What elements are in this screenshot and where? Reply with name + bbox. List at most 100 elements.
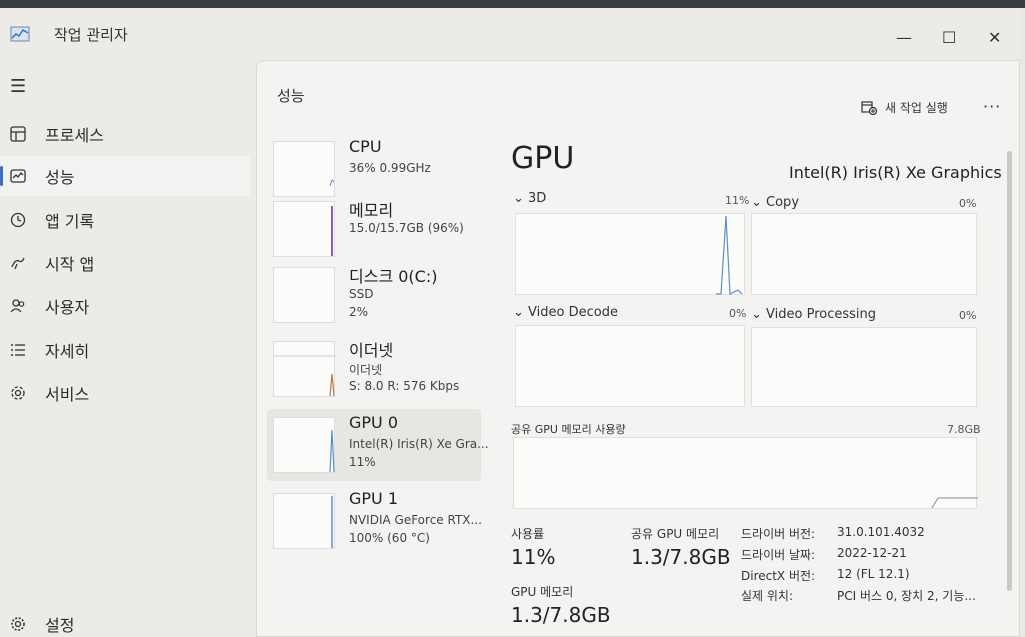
engine-percent: 11% bbox=[725, 194, 750, 207]
engine-percent: 0% bbox=[959, 309, 977, 322]
engine-label: Copy bbox=[766, 195, 800, 210]
more-options-button[interactable]: ··· bbox=[983, 97, 1001, 116]
sidebar-item-processes[interactable]: 프로세스 bbox=[0, 114, 250, 154]
sidebar-item-settings[interactable]: 설정 bbox=[0, 604, 250, 637]
engine-graph-3d bbox=[515, 213, 745, 295]
memory-thumbnail-graph bbox=[273, 201, 335, 257]
title-bar: 작업 관리자 — ☐ ✕ bbox=[0, 8, 1020, 64]
engine-selector-3d[interactable]: ⌄ 3D bbox=[513, 191, 546, 206]
gpu0-thumbnail-graph bbox=[273, 417, 335, 473]
sidebar-item-startup-apps[interactable]: 시작 앱 bbox=[0, 243, 250, 283]
sidebar-item-label: 설정 bbox=[45, 616, 75, 635]
sidebar-item-details[interactable]: 자세히 bbox=[0, 330, 250, 370]
engine-label: 3D bbox=[528, 191, 547, 206]
disk-thumbnail-graph bbox=[273, 267, 335, 323]
ethernet-thumbnail-graph bbox=[273, 341, 336, 397]
scrollbar[interactable] bbox=[1007, 151, 1012, 591]
device-detail: 36% 0.99GHz bbox=[349, 161, 431, 175]
sidebar-item-label: 자세히 bbox=[45, 342, 90, 361]
maximize-button[interactable]: ☐ bbox=[942, 28, 956, 47]
page-title: 성능 bbox=[277, 87, 305, 105]
device-usage: 2% bbox=[349, 305, 369, 319]
device-detail: Intel(R) Iris(R) Xe Gra... bbox=[349, 437, 489, 451]
run-new-task-label: 새 작업 실행 bbox=[885, 101, 948, 115]
close-button[interactable]: ✕ bbox=[988, 28, 1001, 47]
task-manager-window: 작업 관리자 — ☐ ✕ ☰ 프로세스 성능 앱 기록 시작 앱 사용자 자세히… bbox=[0, 8, 1020, 637]
app-history-icon bbox=[8, 210, 28, 230]
task-manager-app-icon bbox=[10, 26, 30, 42]
driver-version-key: 드라이버 버전: bbox=[741, 527, 816, 541]
driver-date-key: 드라이버 날짜: bbox=[741, 548, 816, 562]
shared-gpu-memory-label: 공유 GPU 메모리 bbox=[631, 527, 720, 541]
engine-graph-copy bbox=[751, 213, 977, 295]
device-item-gpu-0[interactable]: GPU 0 Intel(R) Iris(R) Xe Gra... 11% bbox=[267, 409, 489, 481]
shared-memory-graph-label: 공유 GPU 메모리 사용량 bbox=[511, 423, 626, 436]
sidebar: ☰ 프로세스 성능 앱 기록 시작 앱 사용자 자세히 서비스 설정 bbox=[0, 64, 255, 637]
gpu-model-name: Intel(R) Iris(R) Xe Graphics bbox=[789, 163, 1002, 182]
device-name: GPU 1 bbox=[349, 489, 399, 508]
device-usage: 11% bbox=[349, 455, 376, 469]
physical-location-key: 실제 위치: bbox=[741, 589, 794, 603]
sidebar-item-label: 서비스 bbox=[45, 385, 90, 404]
startup-apps-icon bbox=[8, 253, 28, 273]
engine-graph-video-decode bbox=[515, 325, 745, 407]
shared-memory-graph-max: 7.8GB bbox=[947, 423, 981, 436]
utilization-label: 사용률 bbox=[511, 527, 545, 541]
sidebar-item-app-history[interactable]: 앱 기록 bbox=[0, 200, 250, 240]
physical-location-value: PCI 버스 0, 장치 2, 기능... bbox=[837, 589, 976, 603]
sidebar-item-label: 프로세스 bbox=[45, 126, 104, 145]
gpu1-thumbnail-graph bbox=[273, 493, 335, 549]
utilization-value: 11% bbox=[511, 545, 556, 569]
services-icon bbox=[8, 383, 28, 403]
gpu-title: GPU bbox=[511, 141, 575, 176]
sidebar-item-label: 앱 기록 bbox=[45, 212, 95, 231]
device-name: GPU 0 bbox=[349, 413, 399, 432]
window-title: 작업 관리자 bbox=[54, 26, 128, 44]
device-name: 디스크 0(C:) bbox=[349, 267, 438, 286]
users-icon bbox=[8, 296, 28, 316]
device-usage: 100% (60 °C) bbox=[349, 531, 430, 545]
shared-gpu-memory-value: 1.3/7.8GB bbox=[631, 545, 731, 569]
engine-percent: 0% bbox=[959, 197, 977, 210]
engine-selector-video-decode[interactable]: ⌄ Video Decode bbox=[513, 305, 618, 320]
driver-version-value: 31.0.101.4032 bbox=[837, 525, 925, 539]
processes-icon bbox=[8, 124, 28, 144]
menu-icon[interactable]: ☰ bbox=[10, 76, 26, 97]
engine-selector-copy[interactable]: ⌄ Copy bbox=[751, 195, 799, 210]
device-detail: 이더넷 bbox=[349, 363, 383, 377]
top-strip bbox=[0, 0, 1025, 8]
sidebar-item-users[interactable]: 사용자 bbox=[0, 286, 250, 326]
run-task-icon bbox=[861, 100, 877, 115]
device-item-gpu-1[interactable]: GPU 1 NVIDIA GeForce RTX... 100% (60 °C) bbox=[267, 485, 482, 557]
details-icon bbox=[8, 340, 28, 360]
engine-label: Video Processing bbox=[766, 307, 877, 322]
device-item-disk[interactable]: 디스크 0(C:) SSD 2% bbox=[267, 259, 481, 331]
performance-panel: 성능 새 작업 실행 ··· CPU 36% 0.99GHz 메모리 15.0/… bbox=[256, 60, 1020, 637]
device-name: 메모리 bbox=[349, 201, 394, 220]
performance-icon bbox=[8, 166, 28, 186]
gear-icon bbox=[8, 614, 28, 634]
device-item-memory[interactable]: 메모리 15.0/15.7GB (96%) bbox=[267, 193, 481, 265]
device-item-ethernet[interactable]: 이더넷 이더넷 S: 8.0 R: 576 Kbps bbox=[267, 333, 481, 405]
gpu-memory-value: 1.3/7.8GB bbox=[511, 603, 611, 627]
device-name: CPU bbox=[349, 137, 382, 156]
device-detail: SSD bbox=[349, 287, 374, 301]
driver-date-value: 2022-12-21 bbox=[837, 546, 907, 560]
sidebar-item-label: 시작 앱 bbox=[45, 255, 95, 274]
sidebar-item-performance[interactable]: 성능 bbox=[0, 156, 250, 196]
device-usage: S: 8.0 R: 576 Kbps bbox=[349, 379, 460, 393]
device-name: 이더넷 bbox=[349, 341, 394, 360]
engine-selector-video-processing[interactable]: ⌄ Video Processing bbox=[751, 307, 876, 322]
engine-percent: 0% bbox=[729, 307, 747, 320]
sidebar-item-label: 사용자 bbox=[45, 298, 90, 317]
gpu-memory-label: GPU 메모리 bbox=[511, 585, 574, 599]
sidebar-item-services[interactable]: 서비스 bbox=[0, 373, 250, 413]
run-new-task-button[interactable]: 새 작업 실행 bbox=[861, 99, 948, 116]
engine-graph-video-processing bbox=[751, 327, 977, 407]
sidebar-item-label: 성능 bbox=[45, 168, 75, 187]
engine-label: Video Decode bbox=[528, 305, 618, 320]
directx-version-value: 12 (FL 12.1) bbox=[837, 567, 910, 581]
directx-version-key: DirectX 버전: bbox=[741, 569, 816, 583]
minimize-button[interactable]: — bbox=[896, 28, 912, 47]
shared-memory-graph bbox=[513, 437, 978, 509]
